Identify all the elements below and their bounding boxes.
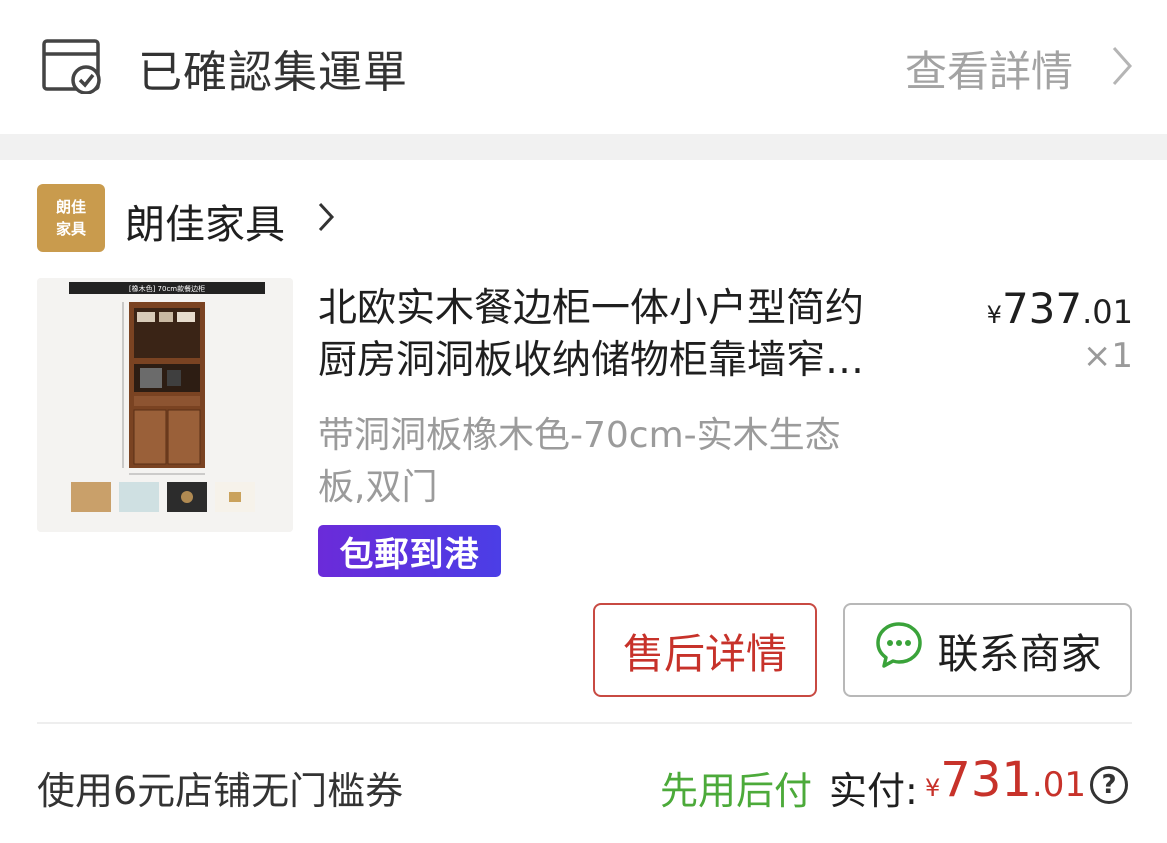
paid-decimal: .01 bbox=[1031, 765, 1086, 805]
paid-currency: ¥ bbox=[925, 774, 941, 802]
paid-label: 实付: bbox=[829, 769, 918, 813]
free-shipping-badge: 包郵到港 bbox=[318, 525, 501, 577]
paid-amount: ¥731.01 bbox=[925, 752, 1086, 808]
chat-bubble-icon bbox=[874, 620, 924, 680]
price-currency: ¥ bbox=[986, 301, 1002, 329]
product-quantity: ×1 bbox=[1082, 336, 1133, 376]
price-decimal: .01 bbox=[1082, 293, 1133, 331]
product-spec-line-1: 带洞洞板橡木色-70cm-实木生态 bbox=[318, 415, 841, 456]
shop-name[interactable]: 朗佳家具 bbox=[125, 192, 285, 250]
shop-logo-text-1: 朗佳 bbox=[55, 198, 86, 216]
after-sales-label: 售后详情 bbox=[623, 630, 787, 678]
pay-later-label: 先用后付 bbox=[660, 769, 813, 813]
product-spec: 带洞洞板橡木色-70cm-实木生态 板,双门 bbox=[318, 410, 938, 514]
contact-seller-label: 联系商家 bbox=[937, 630, 1102, 678]
product-spec-line-2: 板,双门 bbox=[318, 467, 438, 508]
product-image[interactable]: [橡木色] 70cm款餐边柜 bbox=[37, 278, 293, 532]
product-price: ¥737.01 bbox=[983, 284, 1133, 333]
shop-logo[interactable]: 朗佳 家具 bbox=[37, 184, 105, 252]
product-title-line-1: 北欧实木餐边柜一体小户型简约 bbox=[318, 286, 865, 331]
coupon-text: 使用6元店铺无门槛券 bbox=[37, 769, 404, 813]
product-title[interactable]: 北欧实木餐边柜一体小户型简约 厨房洞洞板收纳储物柜靠墙窄… bbox=[318, 283, 938, 387]
contact-seller-button[interactable]: 联系商家 bbox=[843, 603, 1132, 697]
paid-integer: 731 bbox=[940, 752, 1032, 808]
view-details-label: 查看詳情 bbox=[905, 47, 1074, 96]
help-question-icon[interactable]: ? bbox=[1090, 766, 1128, 804]
view-details-link[interactable]: 查看詳情 bbox=[905, 38, 1135, 96]
price-integer: 737 bbox=[1001, 284, 1083, 333]
order-status-title: 已確認集運單 bbox=[138, 47, 408, 98]
order-status-icon bbox=[40, 38, 102, 95]
chevron-right-icon bbox=[1110, 42, 1134, 94]
shop-chevron-right-icon[interactable] bbox=[316, 200, 336, 238]
image-caption: [橡木色] 70cm款餐边柜 bbox=[129, 284, 205, 293]
section-divider bbox=[0, 134, 1167, 160]
shop-logo-text-2: 家具 bbox=[55, 220, 86, 238]
divider-line bbox=[37, 722, 1132, 724]
after-sales-button[interactable]: 售后详情 bbox=[593, 603, 817, 697]
product-title-line-2: 厨房洞洞板收纳储物柜靠墙窄… bbox=[318, 338, 865, 383]
